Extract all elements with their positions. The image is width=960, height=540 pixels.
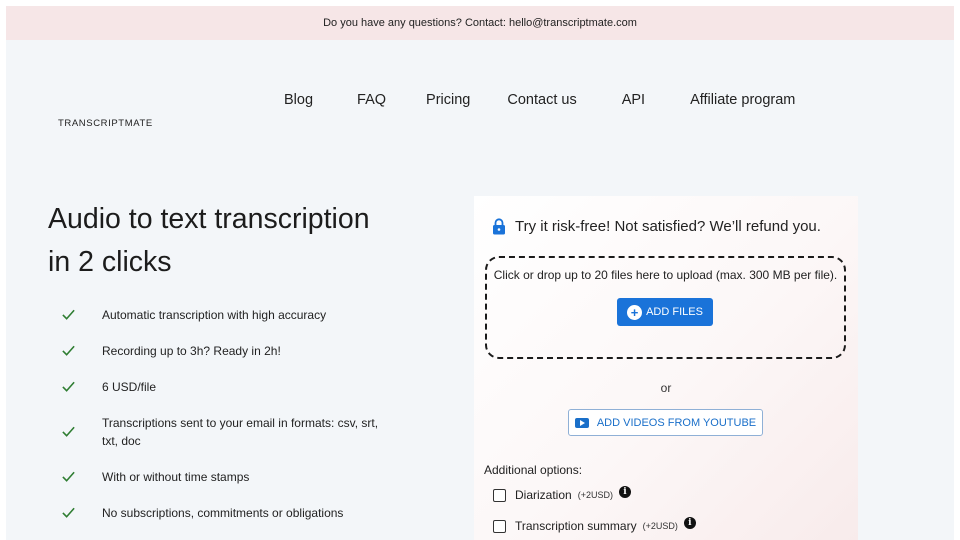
feature-text: 6 USD/file (102, 380, 157, 394)
nav-link-affiliate[interactable]: Affiliate program (690, 92, 795, 108)
hero-title-line-1: Audio to text transcription (48, 203, 370, 235)
feature-text: No subscriptions, commitments or obligat… (102, 506, 344, 520)
add-files-label: ADD FILES (646, 306, 703, 318)
nav-link-faq[interactable]: FAQ (357, 92, 386, 108)
page: Do you have any questions? Contact: hell… (6, 6, 954, 540)
feature-text: With or without time stamps (102, 470, 250, 484)
main-nav: Blog FAQ Pricing Contact us API Affiliat… (284, 92, 795, 108)
refund-guarantee-text: Try it risk-free! Not satisfied? We’ll r… (515, 218, 821, 235)
or-separator: or (660, 381, 672, 395)
sound-wave-icon (77, 78, 129, 116)
diarization-checkbox[interactable] (493, 488, 506, 502)
check-icon (62, 426, 75, 437)
option-price: (+2USD) (642, 521, 678, 531)
feature-item: Automatic transcription with high accura… (61, 306, 361, 324)
feature-item: Recording up to 3h? Ready in 2h! (61, 342, 361, 360)
check-icon (62, 507, 75, 518)
feature-item: With or without time stamps (61, 468, 361, 486)
add-youtube-label: ADD VIDEOS FROM YOUTUBE (596, 416, 757, 429)
feature-text: Automatic transcription with high accura… (102, 308, 327, 322)
site-header: TRANSCRIPTMATE Blog FAQ Pricing Contact … (6, 40, 954, 150)
hero-title-line-2: in 2 clicks (48, 246, 172, 278)
feature-text: Transcriptions sent to your email in for… (102, 416, 379, 448)
file-dropzone[interactable]: Click or drop up to 20 files here to upl… (485, 256, 846, 359)
option-label: Transcription summary (515, 519, 637, 533)
youtube-icon (574, 417, 589, 428)
feature-item: 6 USD/file (61, 378, 361, 396)
nav-link-blog[interactable]: Blog (284, 92, 313, 108)
check-icon (62, 309, 75, 320)
logo[interactable]: TRANSCRIPTMATE (58, 78, 152, 133)
contact-bar: Do you have any questions? Contact: hell… (6, 6, 954, 40)
dropzone-text: Click or drop up to 20 files here to upl… (493, 268, 838, 282)
option-transcription-summary[interactable]: Transcription summary (+2USD) i (493, 517, 696, 533)
feature-item: Transcriptions sent to your email in for… (61, 414, 386, 450)
option-diarization[interactable]: Diarization (+2USD) i (493, 486, 631, 502)
nav-link-api[interactable]: API (622, 92, 645, 108)
feature-list: Automatic transcription with high accura… (61, 306, 386, 522)
nav-link-pricing[interactable]: Pricing (426, 92, 470, 108)
logo-text: TRANSCRIPTMATE (58, 118, 153, 129)
upload-card: Try it risk-free! Not satisfied? We’ll r… (474, 196, 858, 540)
check-icon (62, 381, 75, 392)
hero-title: Audio to text transcription in 2 clicks (48, 198, 370, 284)
check-icon (62, 345, 75, 356)
summary-checkbox[interactable] (493, 519, 506, 533)
refund-guarantee: Try it risk-free! Not satisfied? We’ll r… (492, 218, 821, 235)
info-icon[interactable]: i (683, 517, 696, 529)
plus-icon: + (627, 304, 643, 320)
add-files-button[interactable]: + ADD FILES (617, 298, 713, 326)
contact-text: Do you have any questions? Contact: hell… (323, 17, 637, 29)
option-price: (+2USD) (577, 490, 613, 500)
feature-text: Recording up to 3h? Ready in 2h! (102, 344, 281, 358)
add-youtube-videos-button[interactable]: ADD VIDEOS FROM YOUTUBE (568, 409, 763, 436)
nav-link-contact[interactable]: Contact us (507, 92, 576, 108)
option-label: Diarization (515, 488, 572, 502)
feature-item: No subscriptions, commitments or obligat… (61, 504, 361, 522)
additional-options-label: Additional options: (484, 463, 583, 477)
info-icon[interactable]: i (618, 486, 631, 498)
lock-icon (493, 218, 505, 235)
check-icon (62, 471, 75, 482)
